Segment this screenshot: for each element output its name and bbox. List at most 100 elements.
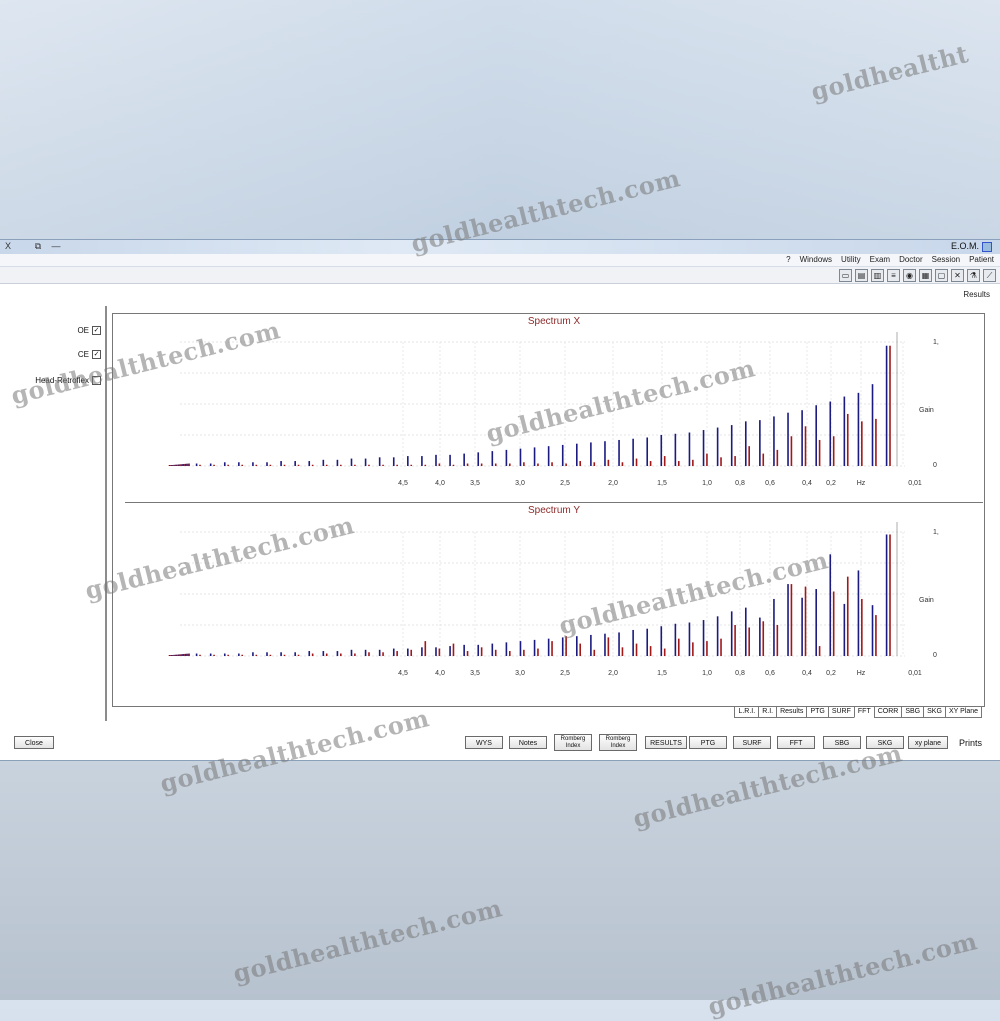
minimize-icon[interactable]: — — [50, 241, 62, 252]
bar-red — [523, 649, 525, 656]
tab-xy-plane[interactable]: XY Plane — [944, 706, 982, 718]
bar-tail — [175, 654, 176, 656]
chart-icon[interactable]: ▦ — [919, 269, 932, 282]
oe-option[interactable]: OE ✓ — [77, 326, 101, 335]
close-icon[interactable]: X — [2, 241, 14, 252]
bar-red — [269, 464, 272, 466]
bar-red — [368, 652, 370, 656]
bar-blue — [871, 384, 874, 466]
bar-blue — [744, 607, 747, 656]
toolbar: ▭ ▤ ▥ ≡ ◉ ▦ ▢ ✕ ⚗ ⟋ — [0, 267, 1000, 284]
watermark-text: goldhealthtech.com — [230, 893, 506, 989]
bar-red — [551, 641, 553, 656]
bar-blue — [857, 392, 860, 466]
save-icon[interactable]: ▤ — [855, 269, 868, 282]
menu-item[interactable]: Session — [932, 254, 960, 266]
bar-tail — [177, 464, 179, 466]
bar-red — [790, 436, 793, 466]
bar-red — [748, 446, 750, 466]
chart-divider — [125, 502, 983, 503]
print-fft-button[interactable]: FFT — [777, 736, 815, 749]
bar-tail — [172, 464, 174, 466]
print-xy-plane-button[interactable]: xy plane — [908, 736, 948, 749]
print-results-button[interactable]: RESULTS — [645, 736, 687, 749]
graph-icon[interactable]: ⟋ — [983, 269, 996, 282]
tab-l-r-i-[interactable]: L.R.I. — [734, 706, 760, 718]
restore-icon[interactable]: ⧉ — [32, 241, 44, 252]
tab-fft[interactable]: FFT — [853, 706, 875, 718]
print-notes-button[interactable]: Notes — [509, 736, 547, 749]
spectrum-y-chart: Spectrum Y 0,01 Hz 0,2 0,4 0,6 0,8 1,0 1,5 2,0 2,… — [125, 504, 983, 694]
bar-red — [199, 654, 201, 656]
bar-tail — [171, 655, 173, 656]
print-romberg-index-button[interactable]: Romberg Index — [554, 734, 592, 751]
bar-tail — [184, 653, 186, 656]
bar-blue — [646, 437, 649, 466]
bar-blue — [702, 620, 705, 656]
flask-icon[interactable]: ⚗ — [967, 269, 980, 282]
bar-red — [466, 463, 469, 466]
x-tick-label: 0,2 — [826, 670, 836, 677]
bar-red — [523, 462, 525, 466]
menu-item[interactable]: Doctor — [899, 254, 923, 266]
menu-item[interactable]: Patient — [969, 254, 994, 266]
print-wys-button[interactable]: WYS — [465, 736, 503, 749]
settings-icon[interactable]: ✕ — [951, 269, 964, 282]
x-tick-label: 0,8 — [735, 480, 745, 487]
tab-skg[interactable]: SKG — [923, 706, 946, 718]
x-tick-label: 1,5 — [657, 670, 667, 677]
bar-blue — [491, 643, 494, 656]
bar-red — [889, 345, 891, 466]
bar-tail — [170, 655, 172, 656]
app-name: E.O.M. — [950, 241, 979, 251]
menu-item[interactable]: Windows — [800, 254, 832, 266]
tab-surf[interactable]: SURF — [827, 706, 855, 718]
eye-icon[interactable]: ◉ — [903, 269, 916, 282]
bar-blue — [223, 653, 226, 656]
ce-option[interactable]: CE ✓ — [78, 350, 101, 359]
print-surf-button[interactable]: SURF — [733, 736, 771, 749]
tab-results[interactable]: Results — [776, 706, 808, 718]
oe-checkbox[interactable]: ✓ — [92, 326, 101, 335]
ce-checkbox[interactable]: ✓ — [92, 350, 101, 359]
bar-blue — [195, 653, 198, 656]
bar-blue — [350, 458, 353, 466]
bar-tail — [175, 464, 177, 466]
print-romberg-index-button[interactable]: Romberg Index — [599, 734, 637, 751]
menu-item[interactable]: ? — [786, 254, 790, 266]
tab-ptg[interactable]: PTG — [806, 706, 829, 718]
tab-corr[interactable]: CORR — [873, 706, 903, 718]
bar-blue — [519, 448, 522, 466]
bar-blue — [322, 459, 325, 466]
print-icon[interactable]: ▥ — [871, 269, 884, 282]
bar-tail — [172, 465, 173, 466]
print-ptg-button[interactable]: PTG — [689, 736, 727, 749]
bar-tail — [184, 653, 185, 656]
tab-r-i-[interactable]: R.I. — [758, 706, 778, 718]
folder-icon[interactable]: ▭ — [839, 269, 852, 282]
bar-red — [734, 625, 736, 656]
close-button[interactable]: Close — [14, 736, 54, 749]
bar-blue — [252, 462, 254, 466]
bar-blue — [547, 638, 550, 656]
bar-blue — [885, 345, 888, 466]
bar-blue — [491, 451, 494, 466]
list-icon[interactable]: ≡ — [887, 269, 900, 282]
menu-item[interactable]: Utility — [841, 254, 861, 266]
bar-blue — [730, 611, 733, 656]
bar-blue — [787, 584, 789, 656]
section-label: Results — [963, 290, 990, 299]
bar-tail — [178, 464, 180, 466]
print-sbg-button[interactable]: SBG — [823, 736, 861, 749]
bar-red — [832, 591, 835, 656]
notes-icon[interactable]: ▢ — [935, 269, 948, 282]
x-tick-label: 4,5 — [398, 670, 408, 677]
bar-red — [480, 647, 483, 656]
bar-blue — [632, 629, 634, 656]
desktop-background — [0, 0, 1000, 240]
bar-tail — [168, 655, 170, 656]
bar-tail — [186, 463, 188, 466]
menu-item[interactable]: Exam — [870, 254, 890, 266]
bar-red — [438, 463, 441, 466]
tab-sbg[interactable]: SBG — [901, 706, 925, 718]
